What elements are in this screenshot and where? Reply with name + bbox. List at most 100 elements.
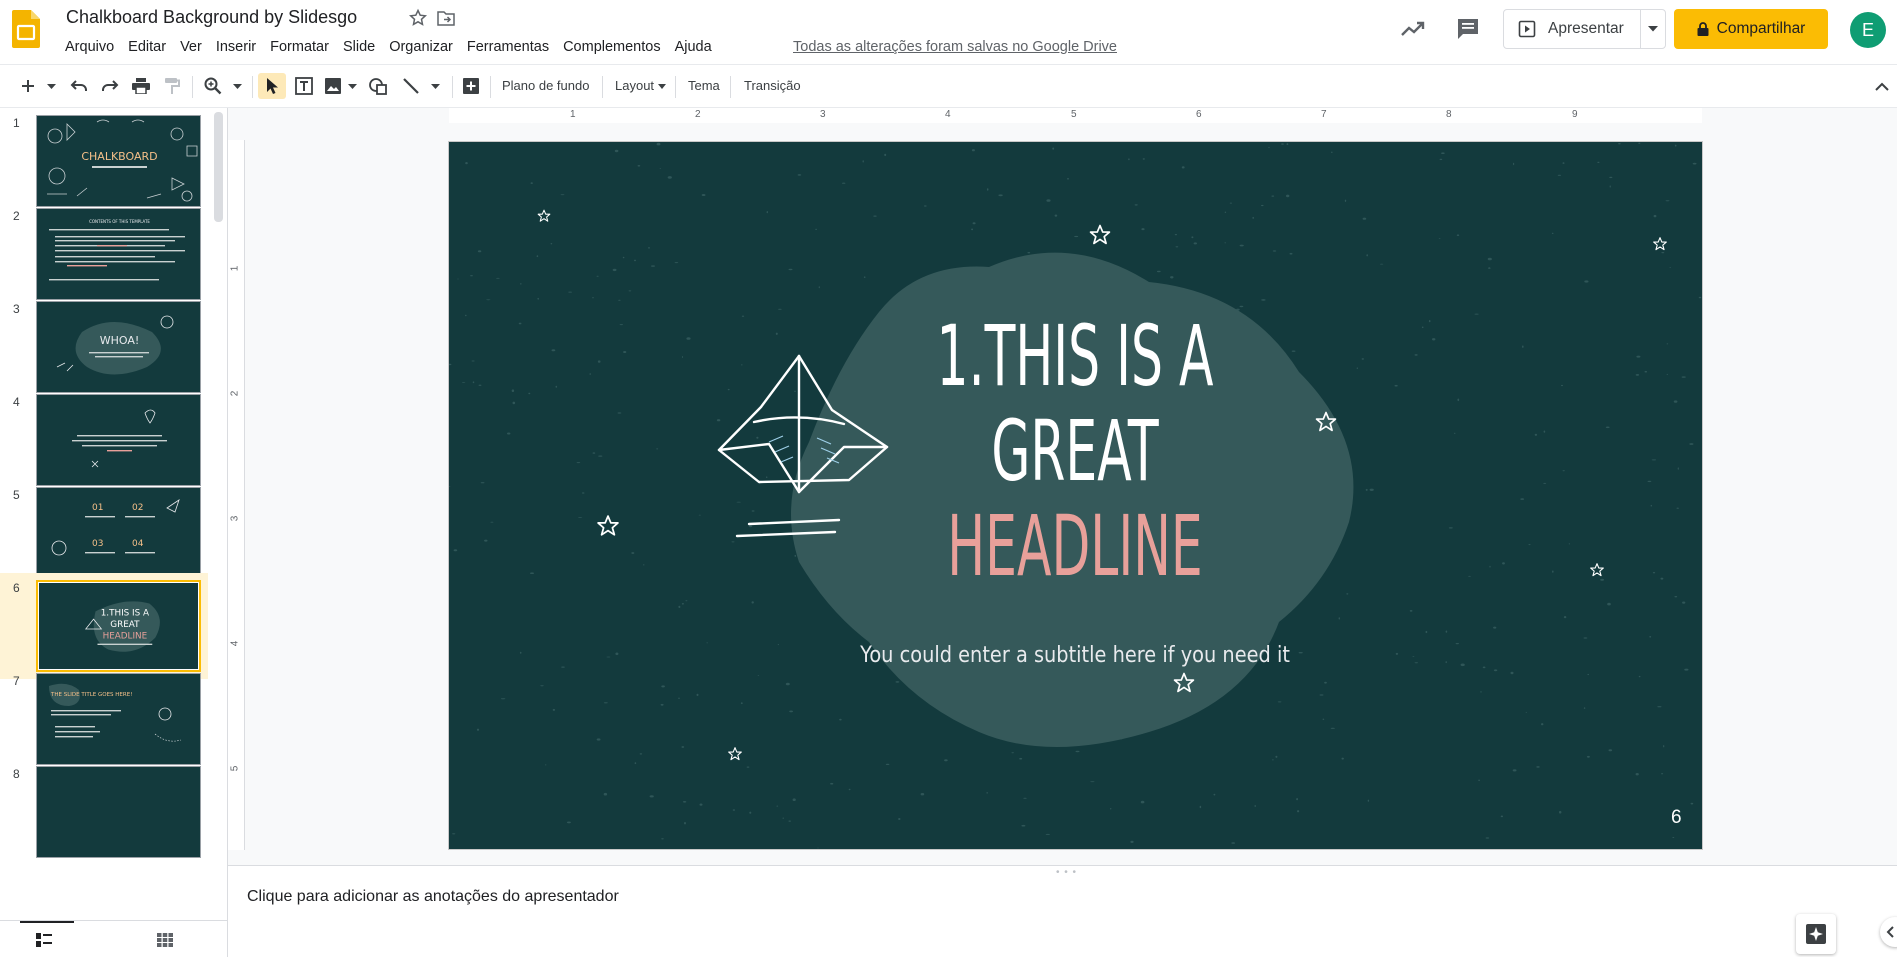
undo-button[interactable] xyxy=(68,75,90,97)
share-button[interactable]: Compartilhar xyxy=(1674,9,1828,49)
chalk-speck xyxy=(486,299,491,301)
notes-resize-handle[interactable]: • • • xyxy=(1056,867,1077,878)
menu-editar[interactable]: Editar xyxy=(121,37,173,57)
select-tool[interactable] xyxy=(258,73,286,99)
slide-number: 4 xyxy=(13,395,20,409)
slide-thumbnail[interactable]: 1.THIS IS A GREAT HEADLINE xyxy=(36,580,201,672)
chalk-speck xyxy=(1474,313,1479,315)
slide-thumbnail[interactable]: CHALKBOARD xyxy=(36,115,201,207)
filmstrip-slide-1[interactable]: 1 CHALKBOARD xyxy=(0,108,208,214)
chalk-speck xyxy=(1525,711,1528,713)
google-slides-logo-icon[interactable] xyxy=(12,10,40,48)
new-slide-layout-dropdown[interactable] xyxy=(44,75,58,97)
text-box-tool[interactable] xyxy=(292,75,316,97)
chalk-speck xyxy=(1322,718,1325,720)
slide-thumbnail[interactable]: WHOA! xyxy=(36,301,201,393)
activity-dashboard-icon[interactable] xyxy=(1400,17,1426,41)
chalk-speck xyxy=(528,392,531,395)
current-slide[interactable]: 1.THIS IS A GREAT HEADLINE You could ent… xyxy=(449,142,1702,849)
filmstrip-view-icon[interactable] xyxy=(36,933,52,947)
slide-headline-line3[interactable]: HEADLINE xyxy=(947,499,1202,596)
ruler-number: 7 xyxy=(1321,109,1327,120)
menu-ajuda[interactable]: Ajuda xyxy=(668,37,719,57)
insert-image-dropdown[interactable] xyxy=(346,75,358,97)
chalk-speck xyxy=(839,718,842,721)
zoom-dropdown[interactable] xyxy=(230,75,244,97)
layout-button[interactable]: Layout xyxy=(615,78,654,93)
transition-button[interactable]: Transição xyxy=(744,78,801,93)
chalk-speck xyxy=(1561,384,1563,387)
menu-formatar[interactable]: Formatar xyxy=(263,37,336,57)
menu-slide[interactable]: Slide xyxy=(336,37,382,57)
chalk-speck xyxy=(530,572,534,574)
chalk-speck xyxy=(1635,773,1639,776)
vertical-ruler[interactable]: 1 2 3 4 5 xyxy=(228,140,245,850)
filmstrip-slide-2[interactable]: 2 CONTENTS OF THIS TEMPLATE xyxy=(0,201,208,307)
collapse-toolbar-button[interactable] xyxy=(1872,75,1892,97)
new-slide-button[interactable] xyxy=(18,75,38,97)
background-button[interactable]: Plano de fundo xyxy=(502,78,589,93)
menu-ferramentas[interactable]: Ferramentas xyxy=(460,37,556,57)
slide-thumbnail[interactable]: 01 02 03 04 xyxy=(36,487,201,579)
chalk-speck xyxy=(1669,267,1671,268)
print-button[interactable] xyxy=(130,75,152,97)
save-status-link[interactable]: Todas as alterações foram salvas no Goog… xyxy=(793,39,1117,55)
chalk-speck xyxy=(885,763,890,766)
chalk-speck xyxy=(477,250,482,253)
grid-view-icon[interactable] xyxy=(157,933,173,947)
chevron-left-icon xyxy=(1886,926,1894,938)
account-avatar[interactable]: E xyxy=(1850,12,1886,48)
line-icon xyxy=(403,78,419,94)
filmstrip-slide-3[interactable]: 3 WHOA! xyxy=(0,294,208,400)
thumbnail-title: WHOA! xyxy=(100,334,140,347)
slide-thumbnail[interactable] xyxy=(36,394,201,486)
document-title[interactable]: Chalkboard Background by Slidesgo xyxy=(66,7,357,28)
slide-subtitle[interactable]: You could enter a subtitle here if you n… xyxy=(859,642,1290,667)
chalk-speck xyxy=(818,286,820,289)
slide-thumbnail[interactable]: CONTENTS OF THIS TEMPLATE xyxy=(36,208,201,300)
chalk-speck xyxy=(1075,750,1080,753)
filmstrip-slide-7[interactable]: 7 THE SLIDE TITLE GOES HERE! xyxy=(0,666,208,772)
chalk-speck xyxy=(986,188,989,191)
shape-tool[interactable] xyxy=(366,75,390,97)
filmstrip-slide-4[interactable]: 4 xyxy=(0,387,208,493)
line-tool[interactable] xyxy=(400,75,422,97)
chalk-speck xyxy=(1142,158,1145,160)
add-comment-button[interactable] xyxy=(460,75,482,97)
speaker-notes-placeholder[interactable]: Clique para adicionar as anotações do ap… xyxy=(247,888,619,906)
explore-button[interactable] xyxy=(1796,914,1836,954)
menu-organizar[interactable]: Organizar xyxy=(382,37,460,57)
slide-thumbnail[interactable]: THE SLIDE TITLE GOES HERE! xyxy=(36,673,201,765)
present-options-dropdown[interactable] xyxy=(1641,10,1665,48)
filmstrip-slide-8[interactable]: 8 xyxy=(0,759,208,865)
menu-complementos[interactable]: Complementos xyxy=(556,37,668,57)
menu-ver[interactable]: Ver xyxy=(173,37,209,57)
paint-format-button[interactable] xyxy=(161,75,183,97)
theme-button[interactable]: Tema xyxy=(688,78,720,93)
filmstrip-slide-5[interactable]: 5 01 02 03 04 xyxy=(0,480,208,586)
move-to-folder-icon[interactable] xyxy=(436,8,456,28)
filmstrip-scrollbar[interactable] xyxy=(214,112,223,222)
chalk-speck xyxy=(797,174,802,176)
line-tool-dropdown[interactable] xyxy=(428,75,442,97)
comments-icon[interactable] xyxy=(1455,17,1481,41)
chalk-speck xyxy=(1674,596,1678,598)
slides-app: Chalkboard Background by Slidesgo Arquiv… xyxy=(0,0,1897,957)
chalk-speck xyxy=(622,256,625,259)
insert-image-button[interactable] xyxy=(322,75,344,97)
menu-inserir[interactable]: Inserir xyxy=(209,37,263,57)
slide-headline-line2[interactable]: GREAT xyxy=(991,404,1159,501)
zoom-button[interactable] xyxy=(202,75,224,97)
horizontal-ruler[interactable]: 1 2 3 4 5 6 7 8 9 xyxy=(449,108,1702,123)
chalk-speck xyxy=(706,642,709,644)
slide-headline-line1[interactable]: 1.THIS IS A xyxy=(937,309,1214,406)
star-icon[interactable] xyxy=(408,8,428,28)
present-button[interactable]: Apresentar xyxy=(1504,10,1642,48)
redo-button[interactable] xyxy=(99,75,121,97)
filmstrip-slide-6[interactable]: 6 1.THIS IS A GREAT HEADLINE xyxy=(0,573,208,679)
menu-arquivo[interactable]: Arquivo xyxy=(58,37,121,57)
speaker-notes-panel[interactable]: • • • Clique para adicionar as anotações… xyxy=(228,865,1897,957)
slide-thumbnail[interactable] xyxy=(36,766,201,858)
chalk-speck xyxy=(740,702,743,705)
chalk-speck xyxy=(1534,433,1538,436)
